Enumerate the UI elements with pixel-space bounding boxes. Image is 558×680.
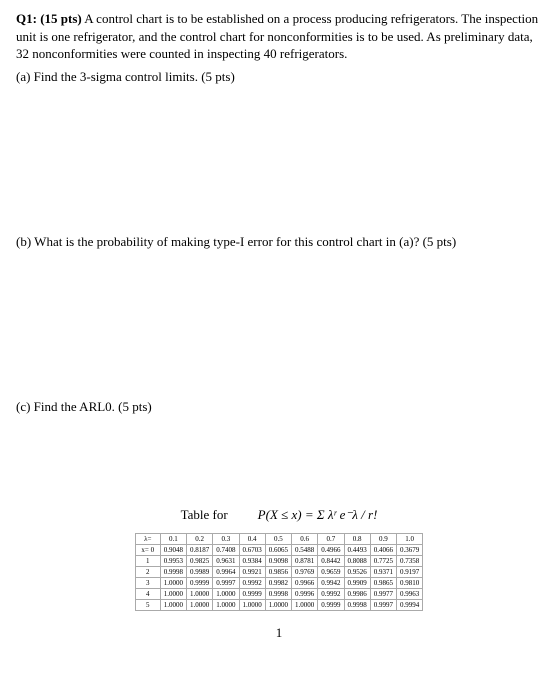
cell: 0.9098 [265, 555, 291, 566]
col-header: 0.4 [239, 533, 265, 544]
cell: 0.9977 [370, 588, 396, 599]
table-row: 31.00000.99990.99970.99920.99820.99660.9… [135, 577, 423, 588]
cell: 0.9999 [239, 588, 265, 599]
cell: 0.9964 [213, 566, 239, 577]
cell: 0.9942 [318, 577, 344, 588]
col-header: 1.0 [397, 533, 423, 544]
cell: 0.9953 [160, 555, 186, 566]
cell: 1.0000 [160, 599, 186, 610]
table-header-row: λ= 0.1 0.2 0.3 0.4 0.5 0.6 0.7 0.8 0.9 1… [135, 533, 423, 544]
table-row: 10.99530.98250.96310.93840.90980.87810.8… [135, 555, 423, 566]
cell: 0.9989 [187, 566, 213, 577]
part-c: (c) Find the ARL0. (5 pts) [16, 399, 542, 415]
cell: 0.9810 [397, 577, 423, 588]
cell: 0.9966 [292, 577, 318, 588]
table-row: 41.00001.00001.00000.99990.99980.99960.9… [135, 588, 423, 599]
cell: 0.3679 [397, 544, 423, 555]
row-x: x= 0 [135, 544, 160, 555]
cell: 1.0000 [160, 588, 186, 599]
cell: 0.9769 [292, 566, 318, 577]
cell: 1.0000 [265, 599, 291, 610]
cell: 0.6703 [239, 544, 265, 555]
cell: 0.9996 [292, 588, 318, 599]
col-header: 0.3 [213, 533, 239, 544]
spacer-a [16, 89, 542, 234]
cell: 1.0000 [292, 599, 318, 610]
cell: 0.9998 [344, 599, 370, 610]
cell: 0.4966 [318, 544, 344, 555]
cell: 0.6065 [265, 544, 291, 555]
spacer-c [16, 419, 542, 489]
cell: 1.0000 [213, 599, 239, 610]
row-x: 1 [135, 555, 160, 566]
cell: 0.8187 [187, 544, 213, 555]
cell: 0.9659 [318, 566, 344, 577]
table-for-label: Table for [181, 507, 228, 523]
cell: 0.9631 [213, 555, 239, 566]
cell: 0.9982 [265, 577, 291, 588]
cell: 0.9998 [160, 566, 186, 577]
cell: 0.9865 [370, 577, 396, 588]
row-x: 5 [135, 599, 160, 610]
cell: 0.9998 [265, 588, 291, 599]
col-header: 0.1 [160, 533, 186, 544]
question-text: A control chart is to be established on … [16, 11, 538, 61]
cell: 0.9856 [265, 566, 291, 577]
table-row: 51.00001.00001.00001.00001.00001.00000.9… [135, 599, 423, 610]
cell: 1.0000 [160, 577, 186, 588]
part-b: (b) What is the probability of making ty… [16, 234, 542, 250]
cell: 0.9992 [318, 588, 344, 599]
col-header: 0.9 [370, 533, 396, 544]
cell: 1.0000 [187, 599, 213, 610]
cell: 0.9986 [344, 588, 370, 599]
spacer-b [16, 254, 542, 399]
cell: 0.8088 [344, 555, 370, 566]
cell: 1.0000 [239, 599, 265, 610]
poisson-table: λ= 0.1 0.2 0.3 0.4 0.5 0.6 0.7 0.8 0.9 1… [135, 533, 424, 611]
cell: 0.4066 [370, 544, 396, 555]
cell: 0.7408 [213, 544, 239, 555]
cell: 0.9963 [397, 588, 423, 599]
cell: 0.9997 [213, 577, 239, 588]
cell: 1.0000 [213, 588, 239, 599]
col-header: 0.8 [344, 533, 370, 544]
row-x: 3 [135, 577, 160, 588]
cell: 0.7358 [397, 555, 423, 566]
cell: 0.7725 [370, 555, 396, 566]
cell: 0.5488 [292, 544, 318, 555]
cell: 0.9999 [187, 577, 213, 588]
cell: 0.9999 [318, 599, 344, 610]
cell: 0.9825 [187, 555, 213, 566]
table-row: 20.99980.99890.99640.99210.98560.97690.9… [135, 566, 423, 577]
col-header: 0.5 [265, 533, 291, 544]
cell: 0.8442 [318, 555, 344, 566]
col-header: 0.2 [187, 533, 213, 544]
cell: 0.9994 [397, 599, 423, 610]
row-x: 2 [135, 566, 160, 577]
cell: 0.9992 [239, 577, 265, 588]
row-x: 4 [135, 588, 160, 599]
question-intro: Q1: (15 pts) A control chart is to be es… [16, 10, 542, 63]
cell: 0.9997 [370, 599, 396, 610]
cell: 0.9371 [370, 566, 396, 577]
cell: 0.9384 [239, 555, 265, 566]
col-header: 0.7 [318, 533, 344, 544]
part-a: (a) Find the 3-sigma control limits. (5 … [16, 69, 542, 85]
poisson-formula: P(X ≤ x) = Σ λʳ e⁻λ / r! [258, 507, 378, 523]
cell: 0.8781 [292, 555, 318, 566]
lambda-header: λ= [135, 533, 160, 544]
cell: 0.9197 [397, 566, 423, 577]
cell: 0.4493 [344, 544, 370, 555]
page-number: 1 [16, 625, 542, 641]
table-row: x= 00.90480.81870.74080.67030.60650.5488… [135, 544, 423, 555]
cell: 0.9526 [344, 566, 370, 577]
cell: 0.9921 [239, 566, 265, 577]
cell: 0.9048 [160, 544, 186, 555]
cell: 0.9909 [344, 577, 370, 588]
table-caption-row: Table for P(X ≤ x) = Σ λʳ e⁻λ / r! [16, 507, 542, 523]
question-label: Q1: (15 pts) [16, 11, 82, 26]
cell: 1.0000 [187, 588, 213, 599]
col-header: 0.6 [292, 533, 318, 544]
